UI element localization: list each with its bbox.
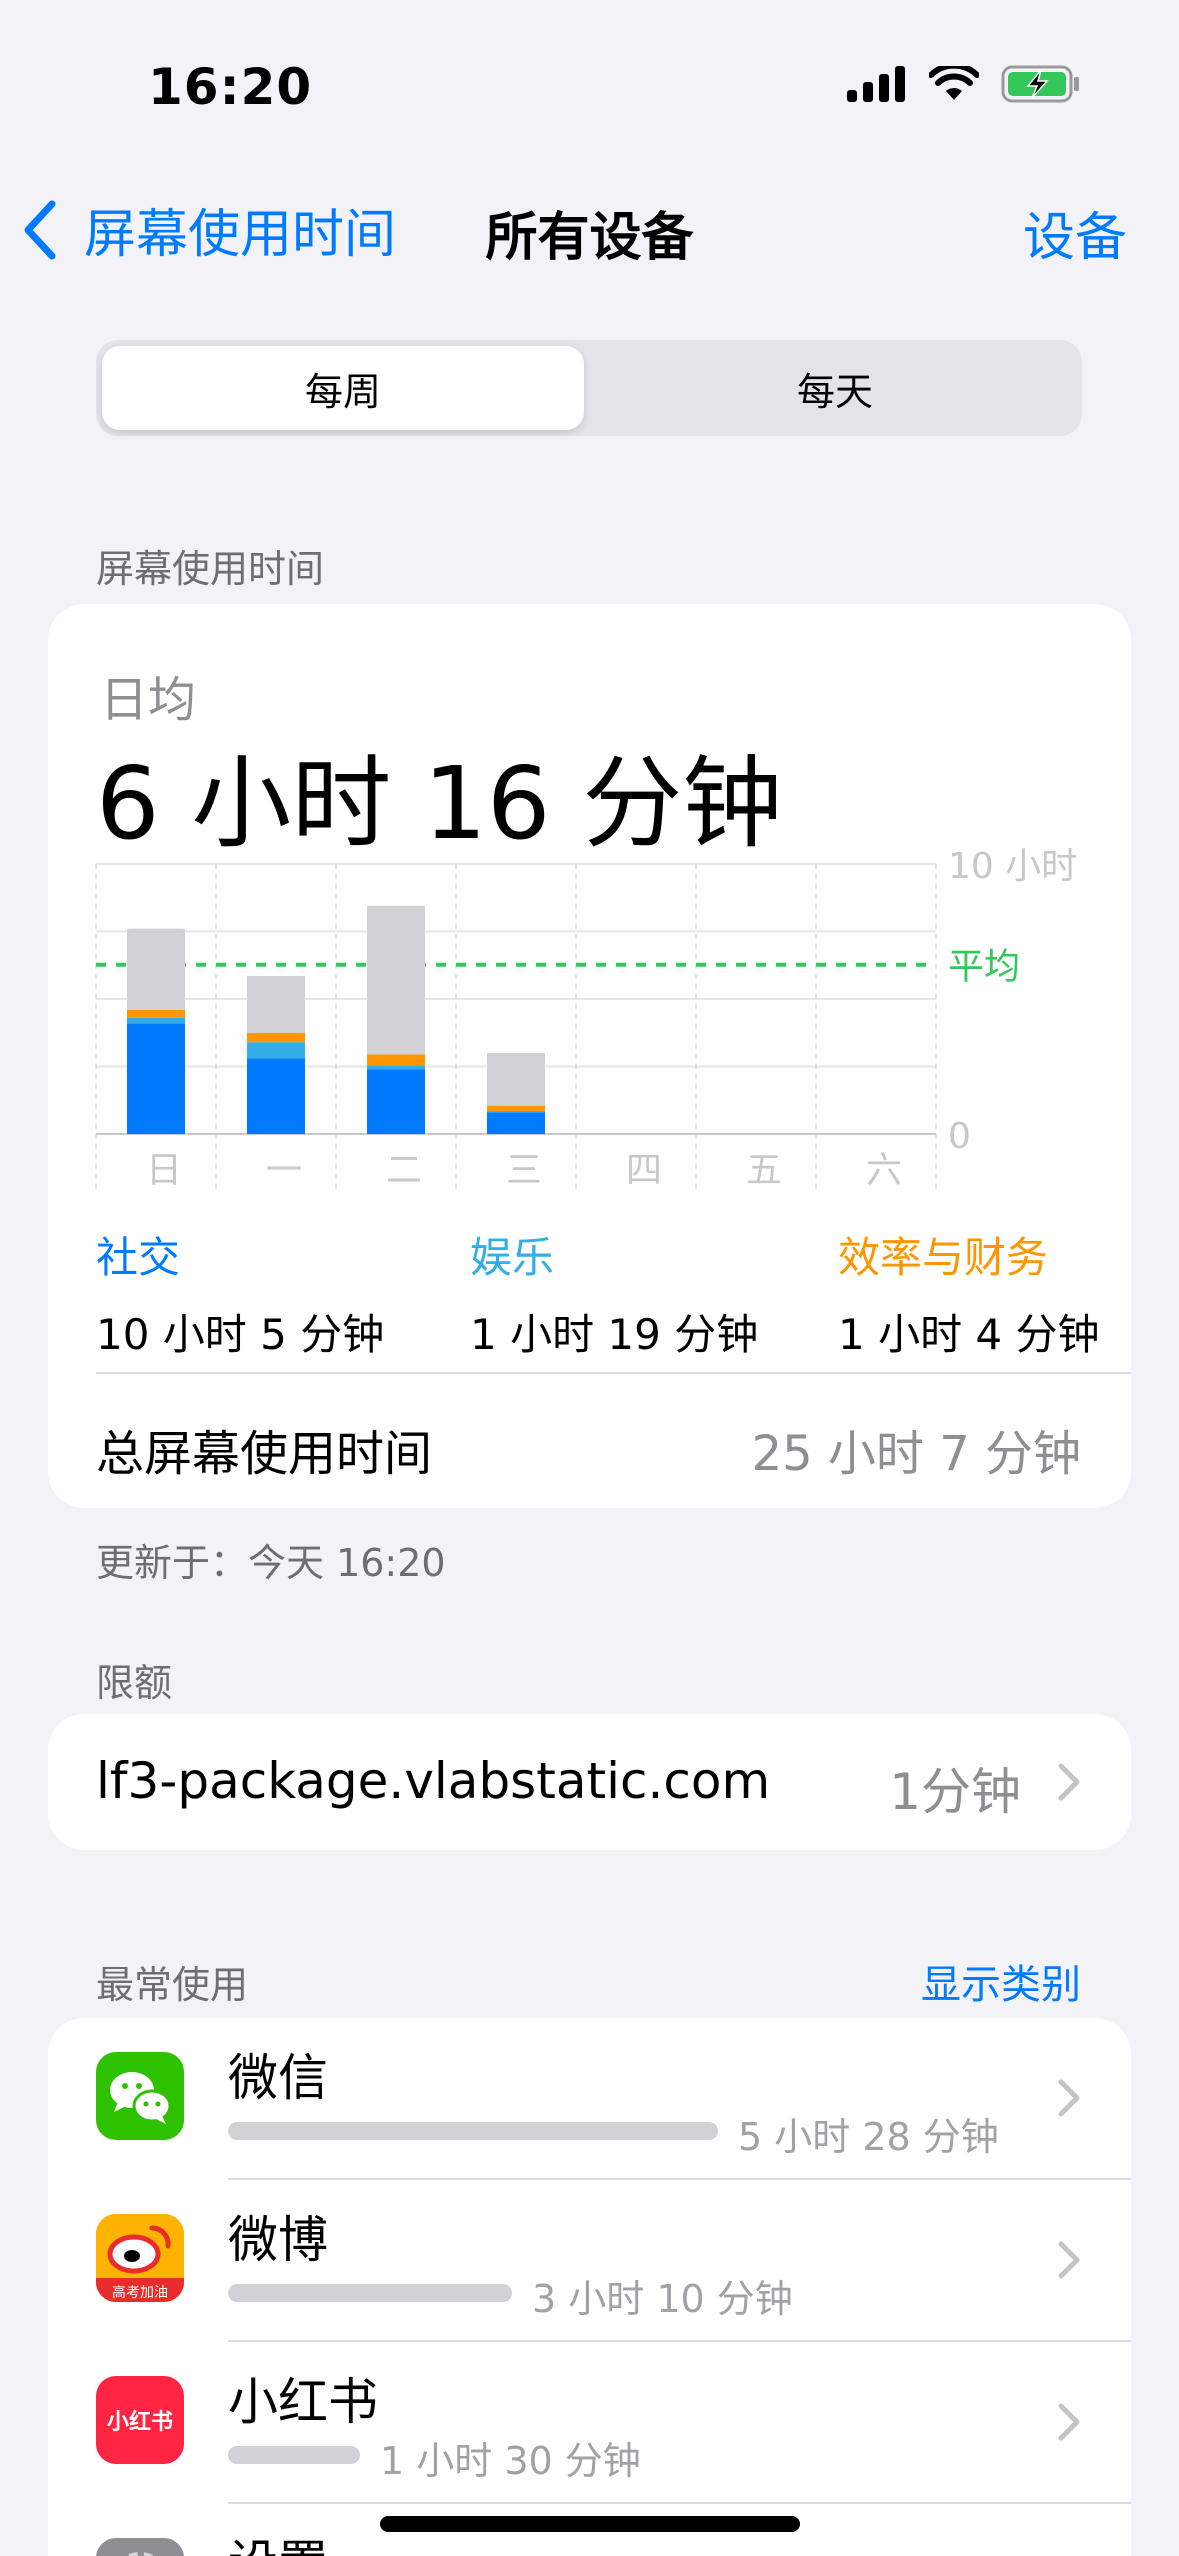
legend-productivity-value: 1 小时 4 分钟 [838,1310,1100,1359]
app-usage-time: 3 小时 10 分钟 [532,2277,793,2321]
bar-segment [127,1009,185,1018]
x-tick-label: 五 [746,1150,782,1191]
x-tick-label: 三 [506,1150,542,1191]
y-axis-max-label: 10 小时 [948,846,1077,887]
average-label: 平均 [948,947,1020,988]
xiaohongshu-icon-text: 小红书 [106,2410,173,2435]
limit-item-name: lf3-package.vlabstatic.com [96,1752,771,1810]
cellular-signal-icon [847,66,905,102]
segment-daily[interactable]: 每天 [594,346,1076,430]
settings-icon [96,2538,184,2556]
total-screen-time-value: 25 小时 7 分钟 [751,1426,1081,1482]
most-used-section-label: 最常使用 [96,1963,249,2007]
home-indicator [380,2516,800,2532]
chevron-right-icon [1058,2079,1080,2117]
bar-cap [367,905,425,914]
app-row-weibo[interactable]: 高考加油 微博 3 小时 10 分钟 [48,2180,1131,2340]
chevron-right-icon [1058,2403,1080,2441]
bar-segment [487,1112,545,1134]
bar-cap [247,976,305,985]
legend-entertainment-name: 娱乐 [470,1233,555,1282]
app-name: 小红书 [228,2373,378,2431]
bar-segment [127,1023,185,1134]
bar-segment [127,1017,185,1024]
total-screen-time-label: 总屏幕使用时间 [96,1426,433,1482]
usage-bar [228,2284,512,2302]
bar-segment [367,1069,425,1134]
status-time: 16:20 [148,58,313,116]
limit-item-value: 1分钟 [889,1763,1021,1821]
y-axis-zero-label: 0 [948,1116,971,1157]
limit-row[interactable]: lf3-package.vlabstatic.com 1分钟 [48,1714,1131,1850]
app-name: 微博 [228,2211,328,2269]
devices-button[interactable]: 设备 [1023,195,1127,270]
legend-productivity-name: 效率与财务 [838,1233,1049,1282]
bar-segment [127,928,185,1010]
bar-segment [367,1065,425,1070]
bar-cap [487,1053,545,1061]
wifi-icon [929,66,979,100]
usage-bar [228,2122,718,2140]
wechat-icon [96,2052,184,2140]
weibo-icon-text: 高考加油 [112,2285,168,2301]
legend-social: 社交 10 小时 5 分钟 [96,1224,384,1362]
bar-segment [247,976,305,1033]
usage-bar [228,2446,360,2464]
legend-social-name: 社交 [96,1233,181,1282]
xiaohongshu-icon: 小红书 [96,2376,184,2464]
legend-productivity: 效率与财务 1 小时 4 分钟 [838,1224,1100,1362]
app-usage-time: 5 小时 28 分钟 [738,2115,999,2159]
weibo-icon: 高考加油 [96,2214,184,2302]
app-row-xiaohongshu[interactable]: 小红书 小红书 1 小时 30 分钟 [48,2342,1131,2502]
bar-segment [487,1111,545,1113]
bar-segment [487,1105,545,1112]
bar-segment [247,1032,305,1043]
chevron-right-icon [1058,1763,1080,1801]
screen-time-section-label: 屏幕使用时间 [96,547,325,591]
usage-bar-chart: 日 一 二 三 四 五 六 10 小时平均 0 [95,846,1077,1194]
x-tick-label: 日 [146,1150,182,1191]
bar-segment [247,1042,305,1059]
limits-section-label: 限额 [96,1661,173,1705]
legend-entertainment: 娱乐 1 小时 19 分钟 [470,1224,758,1362]
status-icons [847,64,1081,104]
x-tick-label: 一 [266,1150,302,1191]
legend-social-value: 10 小时 5 分钟 [96,1310,385,1359]
show-categories-button[interactable]: 显示类别 [921,1952,1081,2010]
bar-segment [367,905,425,1055]
bar-segment [367,1054,425,1066]
app-name: 微信 [228,2049,328,2107]
bar-segment [247,1058,305,1134]
segment-weekly[interactable]: 每周 [102,346,584,430]
bar-cap [127,928,185,937]
x-tick-label: 二 [386,1150,422,1191]
updated-at: 更新于：今天 16:20 [96,1541,446,1585]
x-tick-label: 四 [626,1150,662,1191]
app-name: 设置 [228,2524,328,2556]
divider [96,1372,1131,1374]
page-title: 所有设备 [485,208,694,268]
most-used-list: 微信 5 小时 28 分钟 高考加油 微博 3 小时 10 分钟 小红书 小红书… [48,2018,1131,2556]
x-tick-label: 六 [866,1150,902,1191]
legend-entertainment-value: 1 小时 19 分钟 [470,1310,759,1359]
app-usage-time: 1 小时 30 分钟 [380,2439,641,2483]
period-segmented-control: 每周 每天 [96,340,1082,436]
app-row-wechat[interactable]: 微信 5 小时 28 分钟 [48,2018,1131,2178]
chevron-right-icon [1058,2241,1080,2279]
battery-charging-icon [1001,65,1079,103]
screen-time-card: 日均 6 小时 16 分钟 日一二三四五六 10 小时 平均 0 社交 10 小时 5… [48,604,1131,1508]
